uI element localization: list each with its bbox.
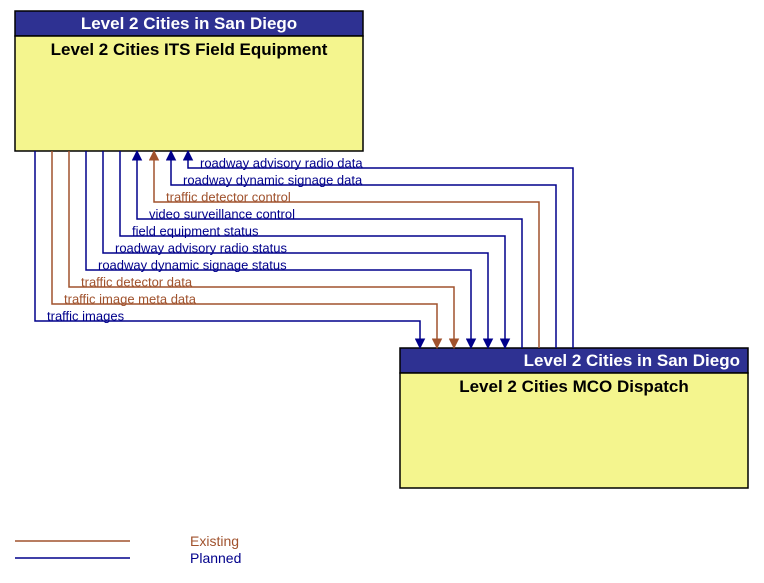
target-body: Level 2 Cities MCO Dispatch <box>459 377 689 396</box>
flow-label: field equipment status <box>132 223 259 238</box>
flow-label: traffic detector data <box>81 274 193 289</box>
source-box: Level 2 Cities in San Diego Level 2 Citi… <box>15 11 363 151</box>
flow-label: video surveillance control <box>149 206 295 221</box>
flow-label: traffic images <box>47 308 125 323</box>
architecture-diagram: Level 2 Cities in San Diego Level 2 Citi… <box>0 0 764 583</box>
source-body: Level 2 Cities ITS Field Equipment <box>51 40 328 59</box>
flow-label: traffic image meta data <box>64 291 197 306</box>
flow-label: traffic detector control <box>166 189 291 204</box>
legend: Existing Planned <box>15 533 241 566</box>
target-header: Level 2 Cities in San Diego <box>524 351 740 370</box>
legend-planned: Planned <box>190 550 241 566</box>
flows: roadway advisory radio data roadway dynam… <box>35 151 573 348</box>
flow-label: roadway dynamic signage status <box>98 257 287 272</box>
flow-label: roadway advisory radio status <box>115 240 287 255</box>
target-box: Level 2 Cities in San Diego Level 2 Citi… <box>400 348 748 488</box>
flow-label: roadway dynamic signage data <box>183 172 363 187</box>
flow-label: roadway advisory radio data <box>200 155 363 170</box>
source-header: Level 2 Cities in San Diego <box>81 14 297 33</box>
legend-existing: Existing <box>190 533 239 549</box>
